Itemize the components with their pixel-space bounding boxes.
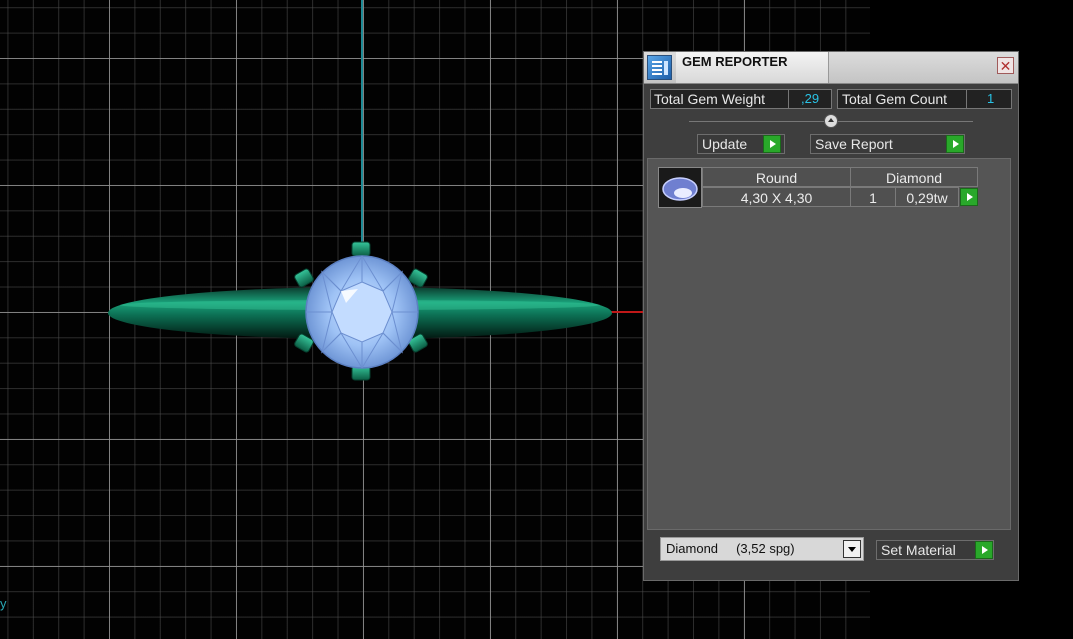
gem-reporter-panel: GEM REPORTER ✕ Total Gem Weight ,29 Tota… bbox=[643, 51, 1019, 581]
gem-shape: Round bbox=[702, 167, 851, 187]
gem-count: 1 bbox=[850, 187, 896, 207]
total-count-label: Total Gem Count bbox=[842, 91, 948, 107]
axis-label: y bbox=[0, 596, 7, 611]
close-icon[interactable]: ✕ bbox=[997, 57, 1014, 74]
save-report-go-icon[interactable] bbox=[946, 135, 964, 153]
update-go-icon[interactable] bbox=[763, 135, 781, 153]
gem-size: 4,30 X 4,30 bbox=[702, 187, 851, 207]
set-material-label: Set Material bbox=[881, 542, 956, 558]
splitter-handle[interactable] bbox=[824, 114, 838, 128]
total-weight-label: Total Gem Weight bbox=[654, 91, 766, 107]
gem-material: Diamond bbox=[850, 167, 978, 187]
save-report-label: Save Report bbox=[815, 136, 893, 152]
gem-weight: 0,29tw bbox=[895, 187, 959, 207]
y-axis-line bbox=[361, 0, 363, 250]
panel-title: GEM REPORTER bbox=[682, 54, 788, 69]
round-gem-icon bbox=[662, 177, 698, 201]
title-bar[interactable]: GEM REPORTER ✕ bbox=[644, 52, 1018, 84]
save-report-button[interactable]: Save Report bbox=[810, 134, 965, 154]
report-list[interactable]: Round Diamond 4,30 X 4,30 1 0,29tw bbox=[647, 158, 1011, 530]
gem-row-go-icon[interactable] bbox=[960, 188, 978, 206]
total-count-value: 1 bbox=[987, 91, 995, 106]
update-button-label: Update bbox=[702, 136, 748, 152]
total-weight-value: ,29 bbox=[801, 91, 820, 106]
chevron-down-icon[interactable] bbox=[843, 540, 861, 558]
ring-model[interactable] bbox=[100, 235, 620, 385]
gem-thumbnail[interactable] bbox=[658, 167, 702, 208]
report-icon bbox=[647, 55, 672, 80]
material-select-value: Diamond (3,52 spg) bbox=[666, 541, 795, 556]
set-material-go-icon[interactable] bbox=[975, 541, 993, 559]
diamond-gem[interactable] bbox=[305, 255, 419, 369]
material-select[interactable]: Diamond (3,52 spg) bbox=[660, 537, 864, 561]
